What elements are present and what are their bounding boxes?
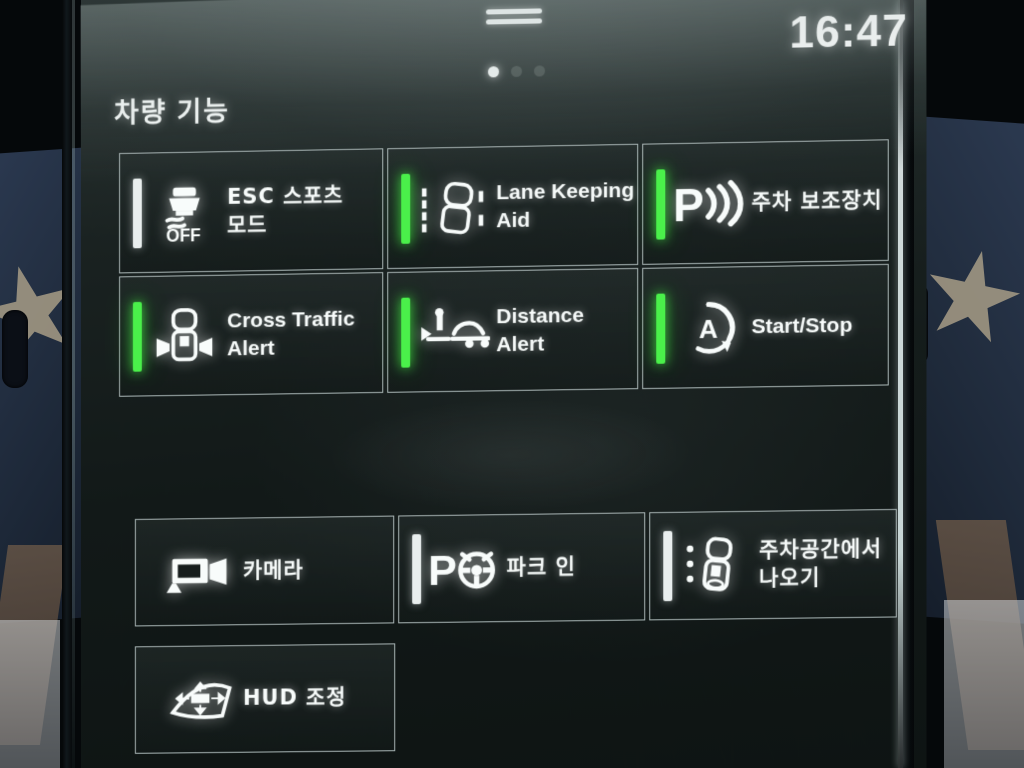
camera-icon	[164, 535, 237, 610]
park-out-icon	[679, 528, 753, 603]
function-grid-bottom: 카메라 P 파크 인 주차공간에서 나오기	[134, 508, 897, 627]
tile-camera[interactable]: 카메라	[134, 515, 394, 627]
tile-label-auto-start-stop: Start/Stop	[751, 313, 853, 338]
park-in-icon: P	[427, 531, 501, 606]
tile-label-cross-traffic-alert: Cross Traffic Alert	[227, 307, 355, 360]
function-grid-last: HUD 조정	[134, 643, 396, 754]
distance-alert-icon	[416, 294, 491, 369]
auto-start-stop-icon: A	[671, 290, 745, 365]
status-indicator-park-out	[663, 530, 673, 602]
page-dot-1[interactable]	[488, 66, 500, 78]
parking-assist-sonar-icon: P	[671, 165, 745, 240]
status-indicator-lane-keeping-aid	[401, 173, 411, 244]
tile-label-park-in: 파크 인	[506, 554, 576, 580]
tile-row-3: 카메라 P 파크 인 주차공간에서 나오기	[134, 508, 897, 627]
page-title: 차량 기능	[114, 96, 230, 129]
tile-distance-alert[interactable]: Distance Alert	[387, 267, 638, 393]
tile-park-out[interactable]: 주차공간에서 나오기	[649, 508, 897, 621]
tile-row-1: OFF ESC 스포츠 모드 Lane Keeping Aid P 주차 보조장…	[119, 139, 889, 274]
svg-text:A: A	[699, 313, 718, 343]
status-indicator-hud-adjust	[149, 665, 158, 735]
tile-auto-start-stop[interactable]: A Start/Stop	[641, 263, 889, 390]
tile-label-hud-adjust: HUD 조정	[242, 684, 347, 711]
drag-handle-icon[interactable]	[486, 8, 543, 29]
tile-label-camera: 카메라	[242, 557, 304, 583]
tile-label-parking-assist-sonar: 주차 보조장치	[751, 187, 883, 214]
cross-traffic-alert-icon	[148, 298, 221, 373]
page-dot-2[interactable]	[511, 65, 522, 78]
svg-text:P: P	[428, 547, 457, 595]
ui-layer: 16:47 차량 기능 OFF ESC 스포츠 모드 Lane Keeping …	[3, 0, 1024, 768]
hud-adjust-icon	[164, 662, 237, 737]
status-indicator-cross-traffic-alert	[132, 301, 142, 372]
lane-keeping-aid-icon	[416, 170, 490, 245]
clock: 16:47	[789, 6, 908, 58]
tile-row-4: HUD 조정	[134, 643, 396, 754]
tile-parking-assist-sonar[interactable]: P 주차 보조장치	[641, 139, 889, 265]
status-indicator-distance-alert	[401, 297, 411, 368]
tile-label-lane-keeping-aid: Lane Keeping Aid	[496, 178, 635, 232]
svg-text:P: P	[673, 178, 704, 231]
tile-esc-off[interactable]: OFF ESC 스포츠 모드	[119, 148, 384, 274]
tile-row-2: Cross Traffic Alert Distance Alert A Sta…	[119, 263, 889, 397]
tile-lane-keeping-aid[interactable]: Lane Keeping Aid	[387, 143, 638, 270]
tile-park-in[interactable]: P 파크 인	[397, 512, 646, 624]
status-indicator-park-in	[411, 534, 421, 605]
status-indicator-auto-start-stop	[655, 293, 665, 364]
status-indicator-esc-off	[132, 177, 142, 248]
page-dot-3[interactable]	[534, 65, 546, 77]
tile-label-distance-alert: Distance Alert	[496, 303, 584, 356]
status-indicator-parking-assist-sonar	[655, 168, 665, 240]
page-dots[interactable]	[488, 65, 546, 78]
status-indicator-camera	[149, 538, 158, 608]
tile-hud-adjust[interactable]: HUD 조정	[134, 643, 396, 754]
tile-label-esc-off: ESC 스포츠 모드	[227, 182, 344, 237]
tile-cross-traffic-alert[interactable]: Cross Traffic Alert	[119, 272, 384, 397]
function-grid-top: OFF ESC 스포츠 모드 Lane Keeping Aid P 주차 보조장…	[119, 139, 889, 397]
svg-text:OFF: OFF	[166, 225, 201, 244]
esc-off-icon: OFF	[148, 175, 221, 250]
glass-glare-middle	[300, 386, 721, 523]
vehicle-functions-screen: 16:47 차량 기능 OFF ESC 스포츠 모드 Lane Keeping …	[0, 0, 1024, 768]
tile-label-park-out: 주차공간에서 나오기	[759, 536, 882, 590]
